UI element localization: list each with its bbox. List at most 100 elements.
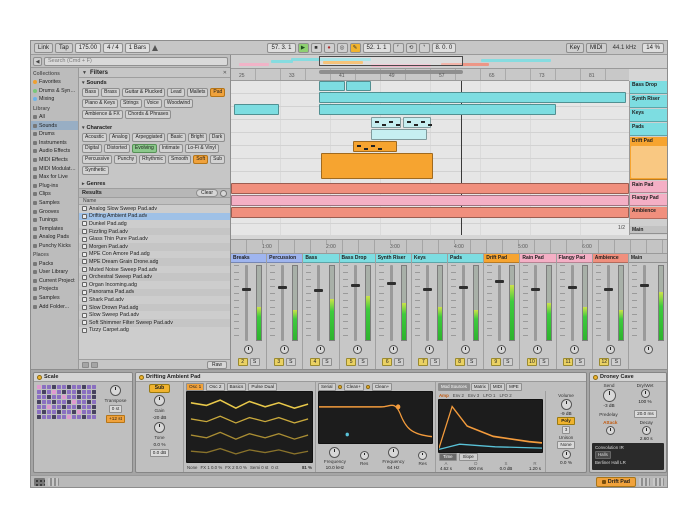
volume-fader[interactable] <box>426 265 429 341</box>
filter-routing[interactable]: Serial <box>318 383 336 391</box>
scale-cell[interactable] <box>57 400 61 404</box>
slope-mode-button[interactable]: Slope <box>459 453 478 461</box>
scale-cell[interactable] <box>52 390 56 394</box>
attack-knob[interactable] <box>606 426 615 435</box>
raw-toggle[interactable]: Raw <box>207 361 227 369</box>
solo-button[interactable]: S <box>250 358 260 366</box>
scale-cell[interactable] <box>57 385 61 389</box>
track-activator[interactable]: 12 <box>599 358 609 366</box>
poly-mode-chip[interactable]: Poly <box>557 417 575 425</box>
osc-param[interactable]: None <box>187 465 198 470</box>
pan-knob[interactable] <box>497 345 506 354</box>
envelope-param[interactable]: D600 ms <box>469 461 483 472</box>
sidebar-item-samples[interactable]: Samples <box>31 199 78 208</box>
scale-cell[interactable] <box>92 415 96 419</box>
browser-result-item[interactable]: MPE Dream Grain Drone.adg <box>79 258 230 266</box>
mixer-track-tab[interactable]: Bass <box>303 254 338 263</box>
browser-result-item[interactable]: Shark Pad.adv <box>79 296 230 304</box>
scale-cell[interactable] <box>92 405 96 409</box>
scale-cell[interactable] <box>37 410 41 414</box>
volume-fader[interactable] <box>571 265 574 341</box>
volume-knob[interactable] <box>561 399 572 410</box>
arrangement-clip[interactable] <box>234 104 279 115</box>
filter-tag-bass[interactable]: Bass <box>82 88 99 97</box>
browser-result-item[interactable]: Panorama Pad.adv <box>79 289 230 297</box>
scale-cell[interactable] <box>42 385 46 389</box>
scale-cell[interactable] <box>92 400 96 404</box>
tab-osc1[interactable]: Osc 1 <box>186 383 204 391</box>
transport-key[interactable]: Key <box>566 43 584 53</box>
ir-category-chip[interactable]: Halls <box>595 451 611 459</box>
filter-tag-evolving[interactable]: Evolving <box>132 144 157 153</box>
predelay-value[interactable]: 20.0 ms <box>634 410 657 418</box>
voices-value[interactable]: 3 <box>562 426 571 434</box>
mod-tab-mod-sources[interactable]: Mod Sources <box>438 383 470 391</box>
unison-value[interactable]: None <box>557 441 574 449</box>
osc-param[interactable]: FX 1 0.0 % <box>201 465 223 470</box>
solo-button[interactable]: S <box>322 358 332 366</box>
scale-cell[interactable] <box>52 400 56 404</box>
scale-cell[interactable] <box>87 390 91 394</box>
filter-tag-basic[interactable]: Basic <box>167 133 185 142</box>
track-header-pads[interactable]: Pads <box>630 123 668 136</box>
filter-group-header-sounds[interactable]: ▾Sounds <box>79 78 230 87</box>
filter-tag-guitar-plucked[interactable]: Guitar & Plucked <box>122 88 166 97</box>
osc-param[interactable]: 0 ct <box>271 465 278 470</box>
unison-amount-knob[interactable] <box>562 450 571 459</box>
volume-fader[interactable] <box>462 265 465 341</box>
wavetable-name[interactable]: Pulse Dual <box>248 383 277 391</box>
midi-keyboard-icon[interactable] <box>653 478 664 486</box>
arrangement-clip[interactable] <box>231 207 629 218</box>
filter-tag-digital[interactable]: Digital <box>82 144 102 153</box>
filter1-res-knob[interactable] <box>360 451 369 460</box>
arrangement-position[interactable]: 57. 3. 1 <box>267 43 295 53</box>
device-scale[interactable]: Scale Transpose 0 st +12 st <box>33 372 133 473</box>
track-header-synth-riser[interactable]: Synth Riser <box>630 95 668 108</box>
scale-cell[interactable] <box>37 390 41 394</box>
track-header-drift-pad[interactable]: Drift Pad <box>630 137 668 180</box>
scale-cell[interactable] <box>57 390 61 394</box>
browser-result-item[interactable]: Analog Slow Sweep Pad.adv <box>79 205 230 213</box>
fader-handle[interactable] <box>423 288 432 291</box>
browser-result-item[interactable]: Morgen Pad.adv <box>79 243 230 251</box>
filter-tag-punchy[interactable]: Punchy <box>114 155 137 164</box>
filter-tag-voice[interactable]: Voice <box>144 99 162 108</box>
env-tab-lfo-2[interactable]: LFO 2 <box>498 393 512 398</box>
scale-cell[interactable] <box>47 415 51 419</box>
mixer-track-tab[interactable]: Drift Pad <box>484 254 519 263</box>
solo-button[interactable]: S <box>539 358 549 366</box>
pan-knob[interactable] <box>533 345 542 354</box>
scale-cell[interactable] <box>67 405 71 409</box>
search-input[interactable] <box>44 57 228 66</box>
fader-handle[interactable] <box>495 280 504 283</box>
scale-cell[interactable] <box>62 410 66 414</box>
filter-tag-intimate[interactable]: Intimate <box>159 144 183 153</box>
filter-tag-lo-fi-vinyl[interactable]: Lo-Fi & Vinyl <box>185 144 219 153</box>
fader-handle[interactable] <box>351 284 360 287</box>
scale-cell[interactable] <box>87 395 91 399</box>
transport-4-4[interactable]: 4 / 4 <box>103 43 123 53</box>
browser-result-item[interactable]: Glass Thin Pure Pad.adv <box>79 235 230 243</box>
mixer-track-tab[interactable]: Percussion <box>267 254 302 263</box>
time-mode-button[interactable]: Time <box>439 453 457 461</box>
gain-knob[interactable] <box>154 395 165 406</box>
volume-fader[interactable] <box>317 265 320 341</box>
scale-cell[interactable] <box>67 390 71 394</box>
scale-cell[interactable] <box>72 415 76 419</box>
filter-tag-chords-phrases[interactable]: Chords & Phrases <box>125 110 172 119</box>
filter-tag-strings[interactable]: Strings <box>120 99 142 108</box>
filter2-frequency-knob[interactable] <box>388 447 399 458</box>
scale-cell[interactable] <box>37 405 41 409</box>
scale-cell[interactable] <box>42 400 46 404</box>
scale-cell[interactable] <box>77 385 81 389</box>
solo-button[interactable]: S <box>503 358 513 366</box>
arrangement-clip[interactable] <box>321 153 433 179</box>
scale-cell[interactable] <box>87 405 91 409</box>
browser-result-item[interactable]: Drifting Ambient Pad.adv <box>79 213 230 221</box>
osc-param[interactable]: Semi 0 st <box>250 465 268 470</box>
record-button[interactable]: ● <box>324 43 335 53</box>
send-knob[interactable] <box>603 389 616 402</box>
send-value[interactable]: -3 dB <box>603 403 614 408</box>
filter1-frequency-knob[interactable] <box>329 447 340 458</box>
scale-cell[interactable] <box>62 415 66 419</box>
